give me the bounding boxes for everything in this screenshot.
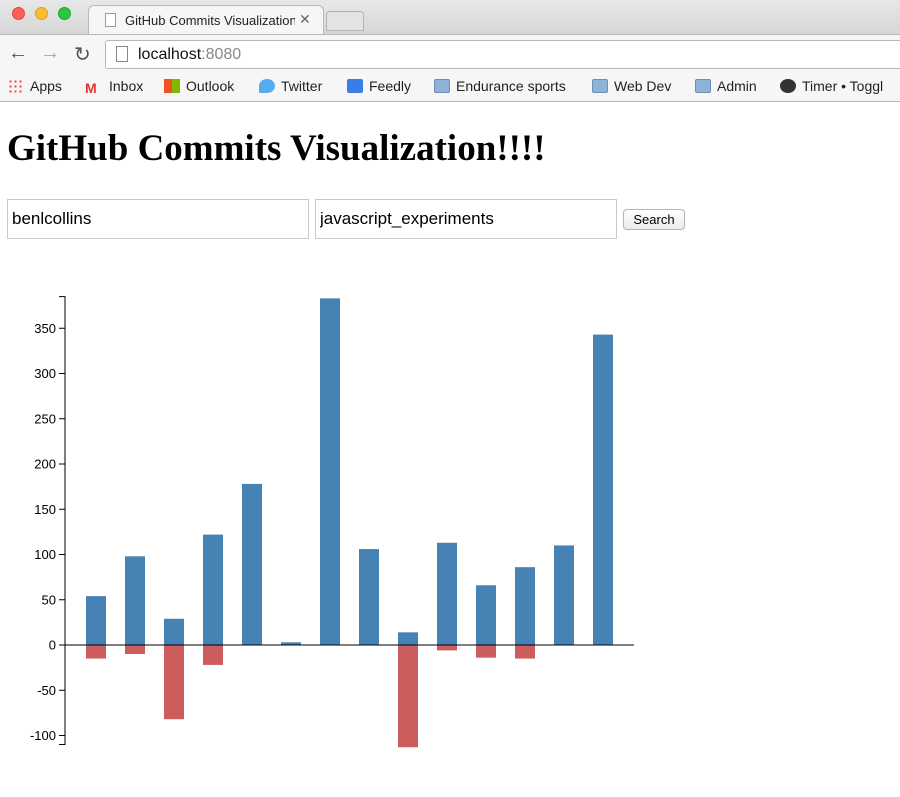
y-tick-label: 350 [34, 321, 56, 336]
positive-bar [164, 618, 184, 645]
search-button[interactable]: Search [623, 209, 685, 230]
bookmark-inbox[interactable]: M Inbox [85, 78, 143, 96]
bookmark-feedly[interactable]: Feedly [347, 78, 411, 94]
y-tick-label: 250 [34, 411, 56, 426]
y-tick-label: 100 [34, 547, 56, 562]
twitter-bird-icon [259, 79, 275, 93]
close-window-button[interactable] [12, 7, 25, 20]
positive-bar [359, 549, 379, 645]
positive-bar [593, 334, 613, 645]
positive-bar [437, 542, 457, 645]
forward-arrow-icon[interactable]: → [40, 42, 60, 65]
bookmark-outlook[interactable]: Outlook [164, 78, 234, 94]
apps-grid-icon [8, 79, 24, 93]
folder-icon [592, 79, 608, 93]
positive-bar [476, 585, 496, 645]
negative-bar [86, 645, 106, 659]
negative-bar [476, 645, 496, 658]
bookmark-web-dev[interactable]: Web Dev [592, 78, 671, 94]
bookmark-apps[interactable]: Apps [8, 78, 62, 94]
address-bar[interactable]: localhost:8080 [105, 40, 900, 69]
negative-bar [125, 645, 145, 655]
positive-bar [125, 556, 145, 645]
positive-bar [320, 298, 340, 645]
folder-icon [695, 79, 711, 93]
negative-bar [515, 645, 535, 659]
negative-bar [398, 645, 418, 748]
navigation-bar: ← → ↻ localhost:8080 [0, 34, 900, 72]
username-input[interactable] [7, 199, 309, 239]
power-icon [780, 79, 796, 93]
y-tick-label: 300 [34, 366, 56, 381]
google-g-icon [347, 79, 363, 93]
gmail-icon: M [85, 80, 97, 96]
new-tab-button[interactable] [326, 11, 364, 31]
browser-tab[interactable]: GitHub Commits Visualization ✕ [88, 5, 324, 34]
y-tick-label: 150 [34, 502, 56, 517]
y-tick-label: 0 [49, 638, 56, 653]
folder-icon [434, 79, 450, 93]
y-tick-label: -100 [30, 728, 56, 743]
maximize-window-button[interactable] [58, 7, 71, 20]
y-axis-line [59, 296, 66, 746]
reload-icon[interactable]: ↻ [74, 42, 91, 67]
windows-logo-icon [164, 79, 180, 93]
bookmark-admin[interactable]: Admin [695, 78, 757, 94]
url-text: localhost:8080 [138, 46, 242, 63]
bookmark-endurance-sports[interactable]: Endurance sports [434, 78, 566, 94]
positive-bar [242, 483, 262, 645]
positive-bar [515, 567, 535, 645]
minimize-window-button[interactable] [35, 7, 48, 20]
negative-bar [164, 645, 184, 720]
page-title: GitHub Commits Visualization!!!! [7, 128, 546, 169]
commits-bar-chart: 350 300 250 200 150 100 50 0 -50 -100 [30, 296, 634, 748]
positive-bar [203, 534, 223, 645]
title-bar: GitHub Commits Visualization ✕ [0, 0, 900, 34]
repository-input[interactable] [315, 199, 617, 239]
tab-title: GitHub Commits Visualization [125, 13, 295, 28]
positive-bar [554, 545, 574, 645]
bookmarks-bar: Apps M Inbox Outlook Twitter Feedly Endur… [0, 72, 900, 102]
y-tick-label: 200 [34, 457, 56, 472]
bookmark-twitter[interactable]: Twitter [259, 78, 322, 94]
positive-bar [398, 632, 418, 645]
back-arrow-icon[interactable]: ← [8, 42, 28, 65]
page-icon [116, 46, 128, 62]
negative-bar [437, 645, 457, 651]
y-tick-label: -50 [37, 683, 56, 698]
page-icon [105, 13, 116, 27]
y-tick-label: 50 [42, 592, 56, 607]
bookmark-timer-toggl[interactable]: Timer • Toggl [780, 78, 883, 94]
tab-close-icon[interactable]: ✕ [299, 11, 311, 28]
positive-bar [86, 596, 106, 645]
negative-bar [203, 645, 223, 665]
